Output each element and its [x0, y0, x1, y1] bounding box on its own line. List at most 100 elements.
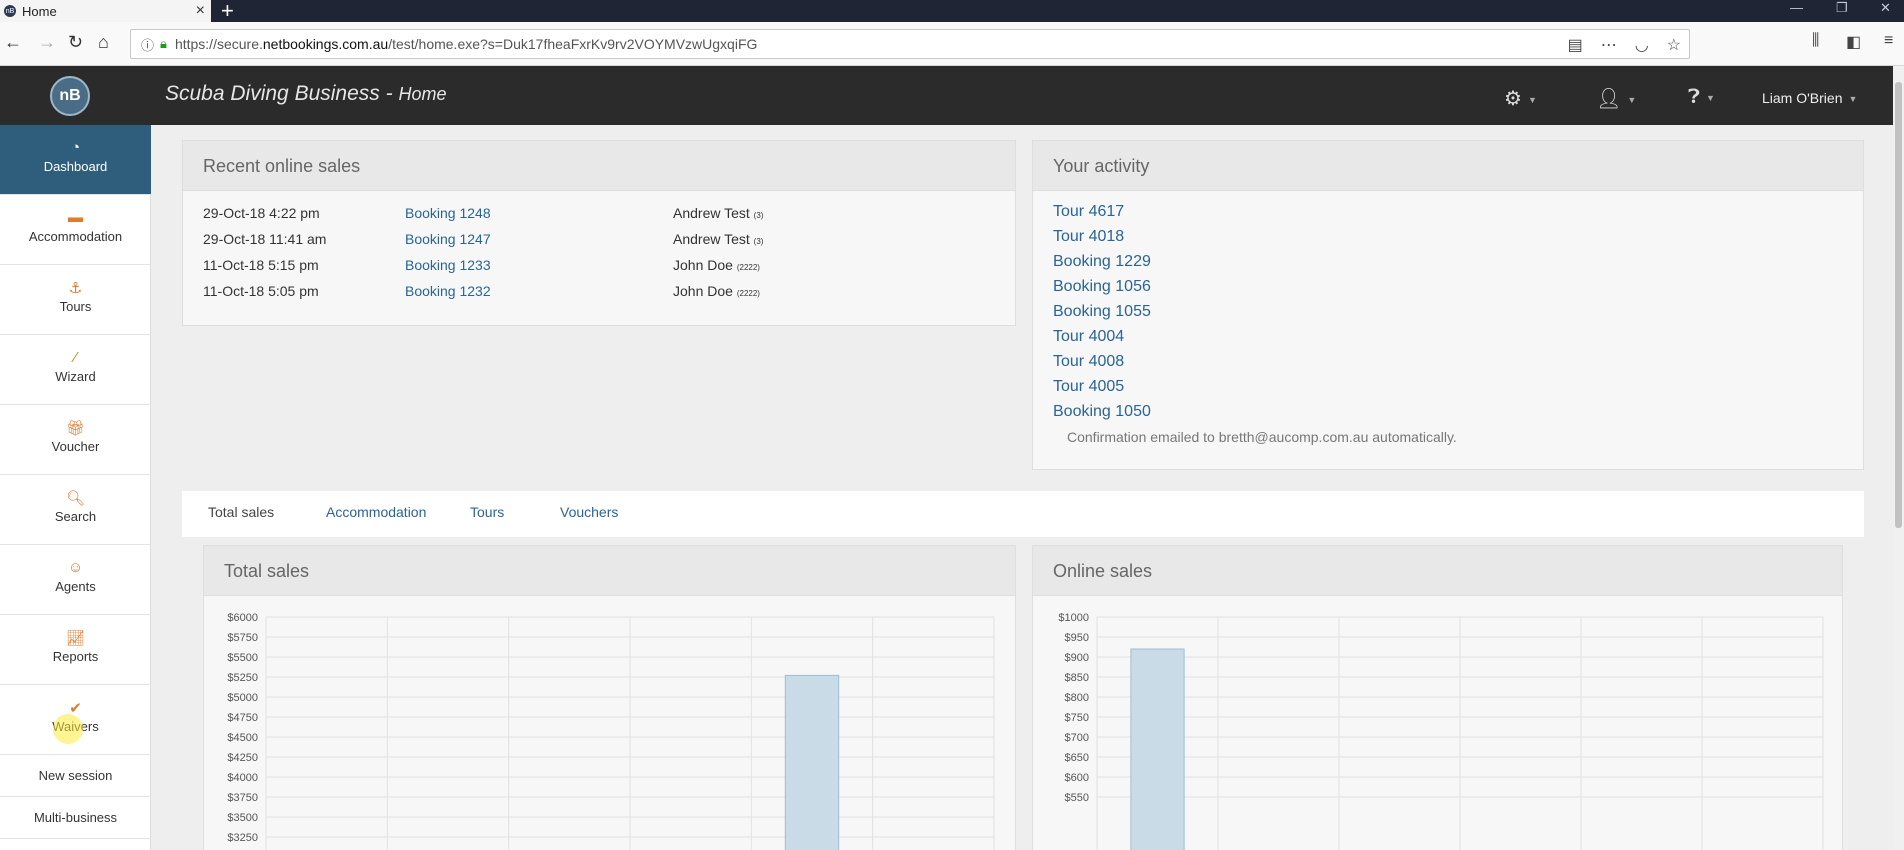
window-close-icon[interactable]: ✕ [1880, 0, 1891, 16]
online-sales-chart-panel: Online sales $1000 $950 $900 $850 $800 $750 $7… [1032, 545, 1843, 850]
new-tab-icon[interactable]: + [221, 0, 234, 24]
table-row: 11-Oct-18 5:05 pm Booking 1232 John Doe … [203, 283, 760, 299]
page-title: Scuba Diving Business - Home [165, 82, 447, 105]
y-tick-label: $5000 [227, 692, 258, 704]
activity-panel: Your activity Tour 4617 Tour 4018 Bookin… [1032, 140, 1864, 470]
sidebar-item-accommodation[interactable]: ▬ Accommodation [0, 195, 151, 265]
y-tick-label: $4500 [227, 732, 258, 744]
scrollbar-thumb[interactable] [1895, 82, 1902, 528]
activity-link[interactable]: Booking 1229 [1053, 253, 1151, 271]
sale-date: 29-Oct-18 11:41 am [203, 231, 327, 247]
sales-tabs: Total sales Accommodation Tours Vouchers [182, 491, 1864, 537]
url-bar[interactable]: ⓘ 🔒︎ https://secure.netbookings.com.au/t… [130, 29, 1690, 59]
sidebar-item-label: Agents [55, 579, 96, 594]
restore-icon[interactable]: ❐ [1836, 0, 1848, 16]
home-icon[interactable]: ⌂ [98, 32, 109, 53]
multi-business-link[interactable]: Multi-business [0, 797, 151, 839]
activity-note: Confirmation emailed to bretth@aucomp.co… [1067, 429, 1457, 445]
total-sales-chart-panel: Total sales $6000 $5750 $5500 $5250 $5000 $47… [203, 545, 1016, 850]
reader-icon[interactable]: ▤ [1568, 35, 1583, 55]
activity-link[interactable]: Tour 4018 [1053, 228, 1124, 246]
sidebar-item-agents[interactable]: ☺ Agents [0, 545, 151, 615]
sidebar-item-tours[interactable]: ⚓︎ Tours [0, 265, 151, 335]
chart-icon: 📈︎ [65, 630, 86, 647]
activity-link[interactable]: Tour 4004 [1053, 328, 1124, 346]
panel-title: Your activity [1033, 141, 1863, 191]
customer-name: John Doe (2222) [673, 257, 760, 273]
reload-icon[interactable]: ↻ [68, 32, 83, 53]
sale-date: 29-Oct-18 4:22 pm [203, 205, 320, 221]
user-menu[interactable]: Liam O'Brien ▼ [1762, 90, 1857, 106]
tab-accommodation[interactable]: Accommodation [300, 491, 452, 537]
total-sales-chart: $6000 $5750 $5500 $5250 $5000 $4750 $4500 $4250… [227, 612, 995, 850]
y-tick-label: $4000 [227, 772, 258, 784]
gift-icon: 🎁︎ [65, 420, 86, 437]
minimize-icon[interactable]: — [1790, 0, 1803, 15]
booking-link[interactable]: Booking 1232 [405, 283, 491, 299]
search-icon: 🔍︎ [65, 490, 86, 507]
sidebar-toggle-icon[interactable]: ◧ [1846, 32, 1861, 52]
table-row: 11-Oct-18 5:15 pm Booking 1233 John Doe … [203, 257, 760, 273]
help-icon[interactable]: ❓︎ ▼ [1688, 86, 1715, 109]
chart-title: Online sales [1033, 546, 1842, 596]
table-row: 29-Oct-18 11:41 am Booking 1247 Andrew T… [203, 231, 763, 247]
chart-title: Total sales [204, 546, 1015, 596]
booking-link[interactable]: Booking 1248 [405, 205, 491, 221]
y-tick-label: $700 [1065, 732, 1089, 744]
booking-link[interactable]: Booking 1233 [405, 257, 491, 273]
app-logo[interactable]: nB [50, 76, 90, 116]
y-tick-label: $600 [1065, 772, 1089, 784]
sidebar-item-label: Wizard [55, 369, 96, 384]
agent-menu-icon[interactable]: 👤︎ ▼ [1596, 86, 1636, 111]
app-header: nB Scuba Diving Business - Home ⚙ ▼ 👤︎ ▼ ❓… [0, 66, 1893, 125]
sidebar-item-label: Dashboard [43, 159, 108, 174]
sidebar-item-label: Voucher [51, 439, 100, 454]
library-icon[interactable]: ⫼ [1812, 32, 1819, 50]
sale-date: 11-Oct-18 5:05 pm [203, 283, 319, 299]
sidebar-item-search[interactable]: 🔍︎ Search [0, 475, 151, 545]
activity-link[interactable]: Booking 1050 [1053, 403, 1151, 421]
back-icon[interactable]: ← [4, 32, 22, 53]
tab-vouchers[interactable]: Vouchers [534, 491, 644, 537]
y-tick-label: $900 [1065, 652, 1089, 664]
forward-icon[interactable]: → [38, 32, 56, 53]
activity-link[interactable]: Booking 1056 [1053, 278, 1151, 296]
y-tick-label: $5750 [227, 632, 258, 644]
sidebar-item-reports[interactable]: 📈︎ Reports [0, 615, 151, 685]
tab-total-sales[interactable]: Total sales [182, 491, 301, 537]
bed-icon: ▬ [68, 209, 83, 226]
lock-icon: 🔒︎ [160, 36, 167, 51]
info-icon[interactable]: ⓘ [141, 35, 154, 54]
y-tick-label: $3750 [227, 792, 258, 804]
pocket-icon[interactable]: ◡ [1635, 35, 1649, 55]
agent-icon: ☺ [67, 559, 84, 576]
booking-link[interactable]: Booking 1247 [405, 231, 491, 247]
wand-icon: ⁄ [74, 349, 77, 366]
page-scrollbar[interactable] [1893, 66, 1904, 850]
sidebar-item-voucher[interactable]: 🎁︎ Voucher [0, 405, 151, 475]
browser-tab-bar: nB Home × + — ❐ ✕ [0, 0, 1904, 24]
y-tick-label: $3500 [227, 812, 258, 824]
tab-tours[interactable]: Tours [444, 491, 530, 537]
sidebar-item-dashboard[interactable]: ◔ Dashboard [0, 125, 151, 195]
y-tick-label: $850 [1065, 672, 1089, 684]
settings-gear-icon[interactable]: ⚙ ▼ [1504, 86, 1537, 111]
y-tick-label: $650 [1065, 752, 1089, 764]
menu-icon[interactable]: ≡ [1884, 32, 1893, 50]
activity-link[interactable]: Tour 4005 [1053, 378, 1124, 396]
customer-name: Andrew Test (3) [673, 205, 764, 221]
activity-link[interactable]: Tour 4008 [1053, 353, 1124, 371]
activity-link[interactable]: Tour 4617 [1053, 203, 1124, 221]
activity-link[interactable]: Booking 1055 [1053, 303, 1151, 321]
table-row: 29-Oct-18 4:22 pm Booking 1248 Andrew Te… [203, 205, 763, 221]
new-session-link[interactable]: New session [0, 755, 151, 797]
sale-date: 11-Oct-18 5:15 pm [203, 257, 319, 273]
recent-sales-panel: Recent online sales 29-Oct-18 4:22 pm Bo… [182, 140, 1016, 326]
browser-navbar: ← → ↻ ⌂ ⓘ 🔒︎ https://secure.netbookings.… [0, 22, 1904, 66]
sidebar-item-label: Reports [52, 649, 99, 664]
more-icon[interactable]: ⋯ [1601, 35, 1617, 55]
close-tab-icon[interactable]: × [196, 2, 205, 20]
browser-tab[interactable]: nB Home × [0, 0, 211, 22]
sidebar-item-wizard[interactable]: ⁄ Wizard [0, 335, 151, 405]
bookmark-star-icon[interactable]: ☆ [1667, 35, 1681, 55]
